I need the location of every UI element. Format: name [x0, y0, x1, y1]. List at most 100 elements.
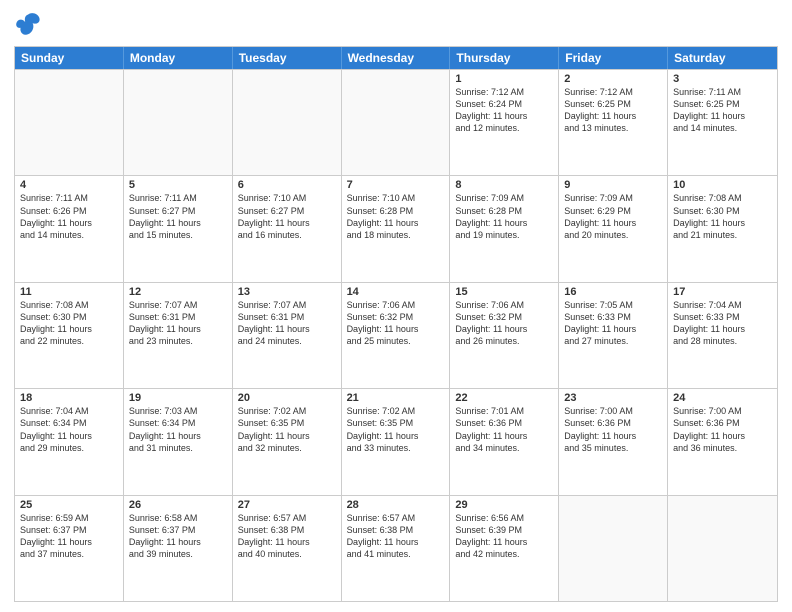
day-info: Sunrise: 7:10 AM Sunset: 6:28 PM Dayligh… — [347, 192, 445, 241]
day-info: Sunrise: 7:03 AM Sunset: 6:34 PM Dayligh… — [129, 405, 227, 454]
day-number: 21 — [347, 392, 445, 404]
day-number: 4 — [20, 179, 118, 191]
calendar-cell: 21Sunrise: 7:02 AM Sunset: 6:35 PM Dayli… — [342, 389, 451, 494]
day-number: 26 — [129, 499, 227, 511]
day-info: Sunrise: 6:57 AM Sunset: 6:38 PM Dayligh… — [347, 512, 445, 561]
day-info: Sunrise: 7:11 AM Sunset: 6:26 PM Dayligh… — [20, 192, 118, 241]
calendar-cell: 17Sunrise: 7:04 AM Sunset: 6:33 PM Dayli… — [668, 283, 777, 388]
calendar-cell: 11Sunrise: 7:08 AM Sunset: 6:30 PM Dayli… — [15, 283, 124, 388]
day-info: Sunrise: 7:08 AM Sunset: 6:30 PM Dayligh… — [20, 299, 118, 348]
day-info: Sunrise: 7:11 AM Sunset: 6:27 PM Dayligh… — [129, 192, 227, 241]
day-info: Sunrise: 6:58 AM Sunset: 6:37 PM Dayligh… — [129, 512, 227, 561]
day-number: 2 — [564, 73, 662, 85]
day-number: 28 — [347, 499, 445, 511]
day-number: 13 — [238, 286, 336, 298]
header — [14, 10, 778, 38]
calendar-cell: 3Sunrise: 7:11 AM Sunset: 6:25 PM Daylig… — [668, 70, 777, 175]
calendar-cell: 10Sunrise: 7:08 AM Sunset: 6:30 PM Dayli… — [668, 176, 777, 281]
day-number: 20 — [238, 392, 336, 404]
day-number: 6 — [238, 179, 336, 191]
calendar-row-2: 11Sunrise: 7:08 AM Sunset: 6:30 PM Dayli… — [15, 282, 777, 388]
day-number: 22 — [455, 392, 553, 404]
day-info: Sunrise: 7:00 AM Sunset: 6:36 PM Dayligh… — [564, 405, 662, 454]
calendar-cell: 2Sunrise: 7:12 AM Sunset: 6:25 PM Daylig… — [559, 70, 668, 175]
calendar-header: SundayMondayTuesdayWednesdayThursdayFrid… — [15, 47, 777, 69]
calendar-cell — [559, 496, 668, 601]
calendar-cell: 16Sunrise: 7:05 AM Sunset: 6:33 PM Dayli… — [559, 283, 668, 388]
calendar-row-1: 4Sunrise: 7:11 AM Sunset: 6:26 PM Daylig… — [15, 175, 777, 281]
day-info: Sunrise: 6:56 AM Sunset: 6:39 PM Dayligh… — [455, 512, 553, 561]
calendar-cell — [233, 70, 342, 175]
calendar-header-saturday: Saturday — [668, 47, 777, 69]
day-number: 23 — [564, 392, 662, 404]
day-number: 9 — [564, 179, 662, 191]
calendar-cell — [668, 496, 777, 601]
calendar-cell: 5Sunrise: 7:11 AM Sunset: 6:27 PM Daylig… — [124, 176, 233, 281]
day-number: 8 — [455, 179, 553, 191]
calendar-cell: 12Sunrise: 7:07 AM Sunset: 6:31 PM Dayli… — [124, 283, 233, 388]
logo-bird-icon — [14, 10, 42, 38]
day-info: Sunrise: 7:06 AM Sunset: 6:32 PM Dayligh… — [455, 299, 553, 348]
day-number: 5 — [129, 179, 227, 191]
calendar-cell — [15, 70, 124, 175]
calendar-cell: 23Sunrise: 7:00 AM Sunset: 6:36 PM Dayli… — [559, 389, 668, 494]
calendar-header-wednesday: Wednesday — [342, 47, 451, 69]
day-info: Sunrise: 7:00 AM Sunset: 6:36 PM Dayligh… — [673, 405, 772, 454]
day-info: Sunrise: 7:01 AM Sunset: 6:36 PM Dayligh… — [455, 405, 553, 454]
day-info: Sunrise: 6:57 AM Sunset: 6:38 PM Dayligh… — [238, 512, 336, 561]
day-info: Sunrise: 7:07 AM Sunset: 6:31 PM Dayligh… — [129, 299, 227, 348]
day-number: 1 — [455, 73, 553, 85]
day-number: 3 — [673, 73, 772, 85]
calendar-row-0: 1Sunrise: 7:12 AM Sunset: 6:24 PM Daylig… — [15, 69, 777, 175]
calendar-row-3: 18Sunrise: 7:04 AM Sunset: 6:34 PM Dayli… — [15, 388, 777, 494]
calendar-cell: 27Sunrise: 6:57 AM Sunset: 6:38 PM Dayli… — [233, 496, 342, 601]
day-info: Sunrise: 7:09 AM Sunset: 6:29 PM Dayligh… — [564, 192, 662, 241]
day-info: Sunrise: 7:11 AM Sunset: 6:25 PM Dayligh… — [673, 86, 772, 135]
calendar-cell: 25Sunrise: 6:59 AM Sunset: 6:37 PM Dayli… — [15, 496, 124, 601]
calendar-cell: 4Sunrise: 7:11 AM Sunset: 6:26 PM Daylig… — [15, 176, 124, 281]
day-number: 11 — [20, 286, 118, 298]
calendar-cell: 20Sunrise: 7:02 AM Sunset: 6:35 PM Dayli… — [233, 389, 342, 494]
day-number: 7 — [347, 179, 445, 191]
calendar-cell: 24Sunrise: 7:00 AM Sunset: 6:36 PM Dayli… — [668, 389, 777, 494]
day-info: Sunrise: 7:10 AM Sunset: 6:27 PM Dayligh… — [238, 192, 336, 241]
day-info: Sunrise: 7:02 AM Sunset: 6:35 PM Dayligh… — [238, 405, 336, 454]
calendar-cell: 14Sunrise: 7:06 AM Sunset: 6:32 PM Dayli… — [342, 283, 451, 388]
calendar-cell: 19Sunrise: 7:03 AM Sunset: 6:34 PM Dayli… — [124, 389, 233, 494]
day-number: 18 — [20, 392, 118, 404]
calendar-row-4: 25Sunrise: 6:59 AM Sunset: 6:37 PM Dayli… — [15, 495, 777, 601]
calendar-header-thursday: Thursday — [450, 47, 559, 69]
calendar-cell: 15Sunrise: 7:06 AM Sunset: 6:32 PM Dayli… — [450, 283, 559, 388]
day-info: Sunrise: 7:06 AM Sunset: 6:32 PM Dayligh… — [347, 299, 445, 348]
day-number: 24 — [673, 392, 772, 404]
calendar-cell: 8Sunrise: 7:09 AM Sunset: 6:28 PM Daylig… — [450, 176, 559, 281]
page: SundayMondayTuesdayWednesdayThursdayFrid… — [0, 0, 792, 612]
calendar-cell: 28Sunrise: 6:57 AM Sunset: 6:38 PM Dayli… — [342, 496, 451, 601]
calendar-body: 1Sunrise: 7:12 AM Sunset: 6:24 PM Daylig… — [15, 69, 777, 601]
day-info: Sunrise: 7:05 AM Sunset: 6:33 PM Dayligh… — [564, 299, 662, 348]
day-info: Sunrise: 7:07 AM Sunset: 6:31 PM Dayligh… — [238, 299, 336, 348]
calendar: SundayMondayTuesdayWednesdayThursdayFrid… — [14, 46, 778, 602]
calendar-cell: 22Sunrise: 7:01 AM Sunset: 6:36 PM Dayli… — [450, 389, 559, 494]
calendar-header-tuesday: Tuesday — [233, 47, 342, 69]
day-number: 25 — [20, 499, 118, 511]
day-info: Sunrise: 7:09 AM Sunset: 6:28 PM Dayligh… — [455, 192, 553, 241]
logo — [14, 10, 46, 38]
calendar-cell: 29Sunrise: 6:56 AM Sunset: 6:39 PM Dayli… — [450, 496, 559, 601]
calendar-cell — [124, 70, 233, 175]
calendar-cell: 13Sunrise: 7:07 AM Sunset: 6:31 PM Dayli… — [233, 283, 342, 388]
day-number: 29 — [455, 499, 553, 511]
calendar-cell: 7Sunrise: 7:10 AM Sunset: 6:28 PM Daylig… — [342, 176, 451, 281]
day-info: Sunrise: 7:12 AM Sunset: 6:24 PM Dayligh… — [455, 86, 553, 135]
day-number: 19 — [129, 392, 227, 404]
calendar-cell: 26Sunrise: 6:58 AM Sunset: 6:37 PM Dayli… — [124, 496, 233, 601]
calendar-cell: 1Sunrise: 7:12 AM Sunset: 6:24 PM Daylig… — [450, 70, 559, 175]
calendar-header-monday: Monday — [124, 47, 233, 69]
day-info: Sunrise: 7:12 AM Sunset: 6:25 PM Dayligh… — [564, 86, 662, 135]
day-number: 14 — [347, 286, 445, 298]
day-number: 17 — [673, 286, 772, 298]
day-info: Sunrise: 6:59 AM Sunset: 6:37 PM Dayligh… — [20, 512, 118, 561]
day-number: 15 — [455, 286, 553, 298]
calendar-header-friday: Friday — [559, 47, 668, 69]
calendar-cell — [342, 70, 451, 175]
